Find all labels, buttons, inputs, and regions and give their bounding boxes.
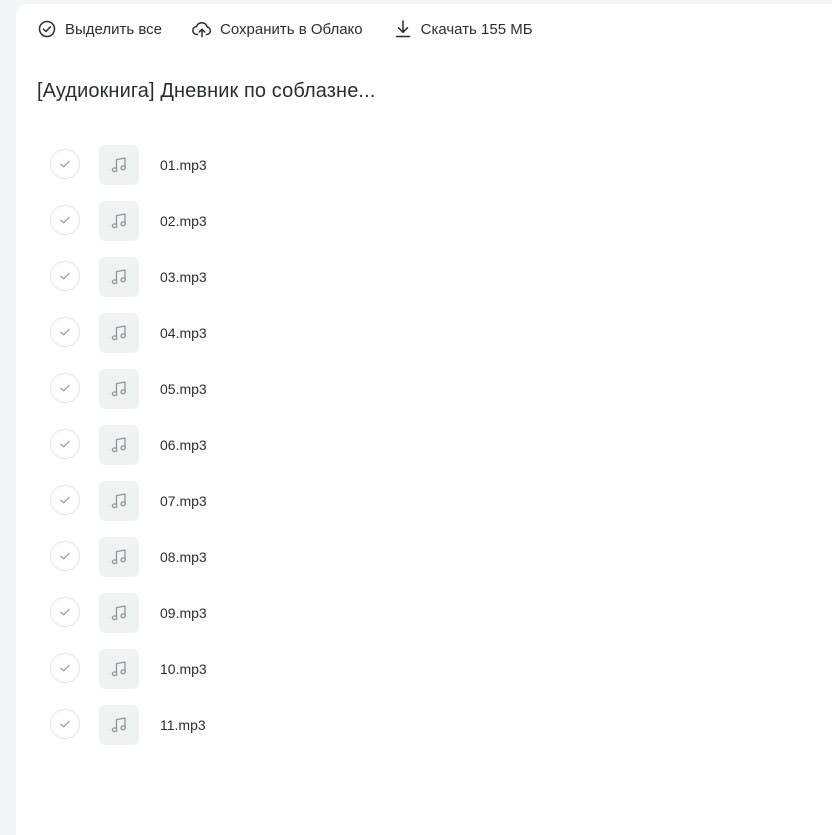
file-row[interactable]: 01.mp3 — [50, 144, 750, 200]
check-icon — [60, 328, 70, 336]
file-name: 09.mp3 — [160, 605, 207, 621]
folder-title: [Аудиокнига] Дневник по соблазне... — [37, 80, 376, 102]
check-icon — [60, 216, 70, 224]
check-icon — [60, 272, 70, 280]
file-name: 03.mp3 — [160, 269, 207, 285]
file-checkbox[interactable] — [50, 149, 80, 179]
cloud-upload-icon — [192, 19, 212, 39]
file-row[interactable]: 06.mp3 — [50, 424, 750, 480]
file-name: 02.mp3 — [160, 213, 207, 229]
file-checkbox[interactable] — [50, 709, 80, 739]
file-row[interactable]: 10.mp3 — [50, 648, 750, 704]
file-checkbox[interactable] — [50, 317, 80, 347]
music-note-icon — [99, 593, 139, 633]
save-to-cloud-label: Сохранить в Облако — [220, 20, 363, 38]
file-name: 05.mp3 — [160, 381, 207, 397]
file-checkbox[interactable] — [50, 653, 80, 683]
download-button[interactable]: Скачать 155 МБ — [393, 19, 533, 39]
file-list: 01.mp3 02.mp3 03.mp3 04.mp3 05.mp3 06.mp… — [50, 144, 750, 760]
file-row[interactable]: 11.mp3 — [50, 704, 750, 760]
file-name: 01.mp3 — [160, 157, 207, 173]
file-name: 04.mp3 — [160, 325, 207, 341]
file-name: 08.mp3 — [160, 549, 207, 565]
file-row[interactable]: 05.mp3 — [50, 368, 750, 424]
music-note-icon — [99, 313, 139, 353]
check-icon — [60, 384, 70, 392]
check-icon — [60, 608, 70, 616]
file-checkbox[interactable] — [50, 541, 80, 571]
select-all-button[interactable]: Выделить все — [37, 19, 162, 39]
file-name: 11.mp3 — [160, 717, 206, 733]
music-note-icon — [99, 257, 139, 297]
file-checkbox[interactable] — [50, 261, 80, 291]
file-name: 10.mp3 — [160, 661, 207, 677]
check-icon — [60, 160, 70, 168]
file-checkbox[interactable] — [50, 205, 80, 235]
check-icon — [60, 664, 70, 672]
check-icon — [60, 720, 70, 728]
file-row[interactable]: 03.mp3 — [50, 256, 750, 312]
select-all-label: Выделить все — [65, 20, 163, 38]
music-note-icon — [99, 481, 139, 521]
music-note-icon — [99, 201, 139, 241]
save-to-cloud-button[interactable]: Сохранить в Облако — [192, 19, 363, 39]
download-label: Скачать 155 МБ — [420, 20, 533, 38]
file-row[interactable]: 08.mp3 — [50, 536, 750, 592]
check-icon — [60, 552, 70, 560]
music-note-icon — [99, 705, 139, 745]
file-row[interactable]: 02.mp3 — [50, 200, 750, 256]
file-name: 07.mp3 — [160, 493, 207, 509]
music-note-icon — [99, 369, 139, 409]
file-checkbox[interactable] — [50, 485, 80, 515]
check-icon — [60, 440, 70, 448]
music-note-icon — [99, 425, 139, 465]
file-checkbox[interactable] — [50, 597, 80, 627]
file-checkbox[interactable] — [50, 429, 80, 459]
file-row[interactable]: 09.mp3 — [50, 592, 750, 648]
check-icon — [60, 496, 70, 504]
file-row[interactable]: 04.mp3 — [50, 312, 750, 368]
file-checkbox[interactable] — [50, 373, 80, 403]
file-name: 06.mp3 — [160, 437, 207, 453]
music-note-icon — [99, 537, 139, 577]
file-row[interactable]: 07.mp3 — [50, 480, 750, 536]
download-icon — [393, 19, 413, 39]
check-circle-icon — [37, 19, 57, 39]
music-note-icon — [99, 145, 139, 185]
music-note-icon — [99, 649, 139, 689]
toolbar: Выделить все Сохранить в Облако Скачать … — [37, 16, 563, 42]
